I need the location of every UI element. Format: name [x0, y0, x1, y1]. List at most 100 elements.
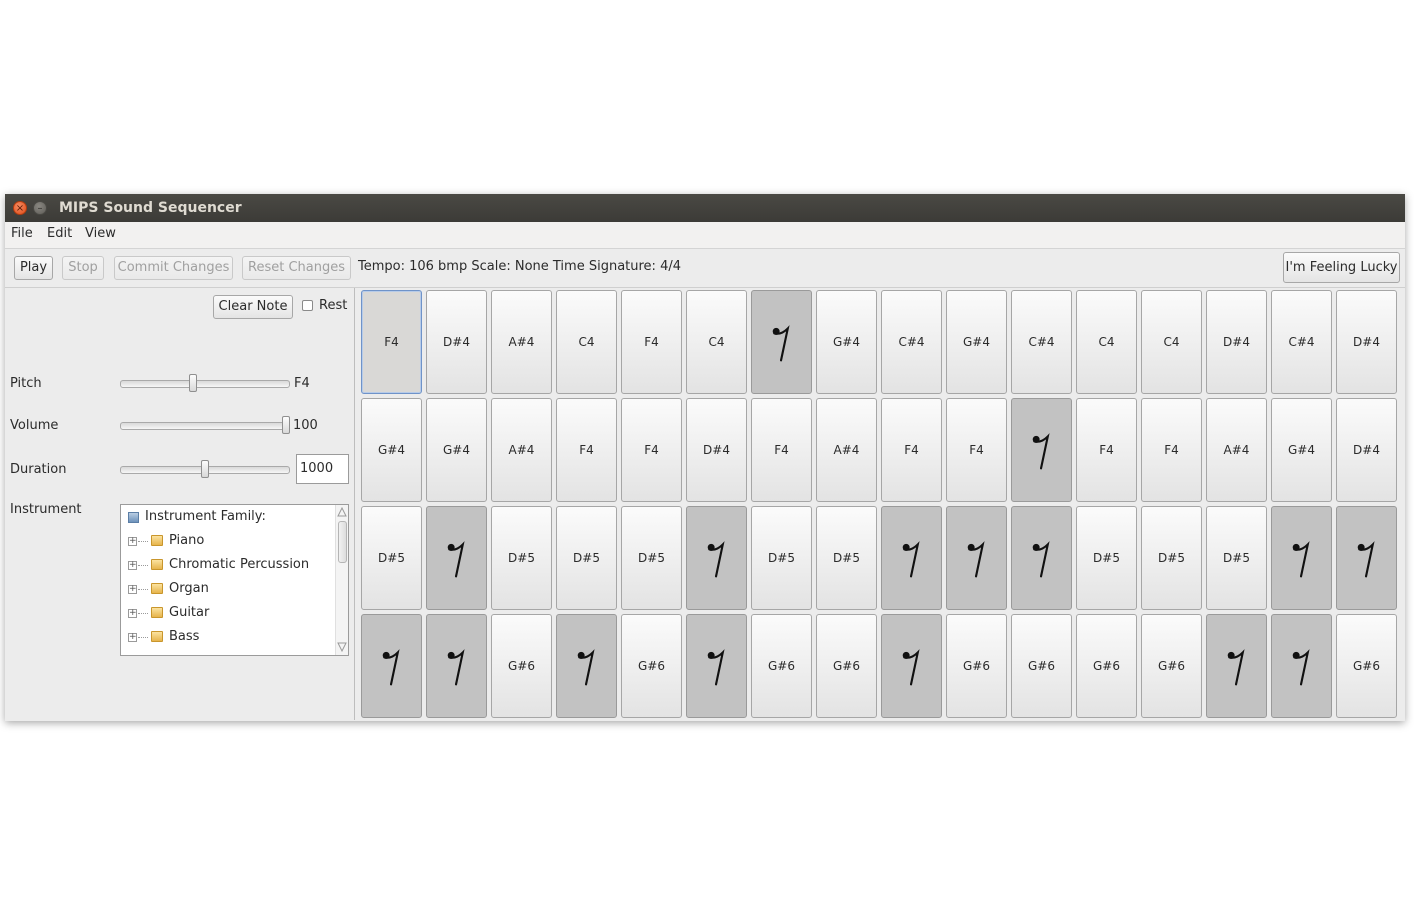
note-cell[interactable]: G#6 [751, 614, 812, 718]
menu-edit[interactable]: Edit [47, 226, 72, 241]
note-cell[interactable]: G#6 [946, 614, 1007, 718]
tree-item-piano[interactable]: + Piano [121, 531, 336, 555]
clear-note-button[interactable]: Clear Note [213, 295, 293, 319]
note-cell[interactable]: D#5 [1206, 506, 1267, 610]
tree-scrollbar[interactable] [335, 505, 348, 655]
tree-item-guitar[interactable]: + Guitar [121, 603, 336, 627]
note-cell[interactable]: G#6 [491, 614, 552, 718]
note-cell[interactable]: F4 [621, 290, 682, 394]
note-cell[interactable]: F4 [361, 290, 422, 394]
volume-slider-thumb[interactable] [282, 416, 290, 434]
menu-view[interactable]: View [85, 226, 116, 241]
note-cell[interactable]: D#5 [1141, 506, 1202, 610]
pitch-slider[interactable] [120, 374, 290, 392]
note-cell[interactable]: D#4 [1336, 290, 1397, 394]
note-cell[interactable]: G#4 [361, 398, 422, 502]
note-cell[interactable]: C4 [1076, 290, 1137, 394]
note-cell[interactable]: D#5 [751, 506, 812, 610]
note-cell[interactable]: G#6 [1336, 614, 1397, 718]
scroll-down-icon[interactable] [337, 642, 347, 652]
note-cell[interactable]: D#4 [686, 398, 747, 502]
stop-button[interactable]: Stop [62, 256, 104, 280]
expand-icon[interactable]: + [128, 585, 137, 594]
note-cell[interactable]: C4 [1141, 290, 1202, 394]
rest-note-cell[interactable] [1206, 614, 1267, 718]
note-cell[interactable]: D#5 [1076, 506, 1137, 610]
rest-note-cell[interactable] [556, 614, 617, 718]
instrument-tree[interactable]: Instrument Family: + Piano + Chromatic Perc… [120, 504, 349, 656]
pitch-slider-thumb[interactable] [189, 374, 198, 392]
note-cell[interactable]: G#6 [1076, 614, 1137, 718]
note-cell[interactable]: F4 [556, 398, 617, 502]
note-cell[interactable]: D#4 [1336, 398, 1397, 502]
reset-changes-button[interactable]: Reset Changes [242, 256, 351, 280]
expand-icon[interactable]: + [128, 537, 137, 546]
rest-note-cell[interactable] [1011, 398, 1072, 502]
tree-scrollbar-thumb[interactable] [338, 521, 347, 563]
duration-slider[interactable] [120, 460, 290, 478]
rest-note-cell[interactable] [426, 614, 487, 718]
minimize-window-button[interactable]: – [33, 201, 47, 215]
note-cell[interactable]: D#4 [1206, 290, 1267, 394]
note-cell[interactable]: D#4 [426, 290, 487, 394]
rest-note-cell[interactable] [1271, 614, 1332, 718]
menu-file[interactable]: File [11, 226, 33, 241]
play-button[interactable]: Play [14, 256, 53, 280]
note-cell[interactable]: C4 [686, 290, 747, 394]
close-window-button[interactable]: × [13, 201, 27, 215]
note-cell[interactable]: D#5 [361, 506, 422, 610]
rest-note-cell[interactable] [686, 614, 747, 718]
note-cell[interactable]: C#4 [1271, 290, 1332, 394]
rest-note-cell[interactable] [1336, 506, 1397, 610]
note-cell[interactable]: C4 [556, 290, 617, 394]
note-cell[interactable]: G#4 [1271, 398, 1332, 502]
note-cell[interactable]: G#6 [816, 614, 877, 718]
note-cell[interactable]: A#4 [491, 398, 552, 502]
note-cell[interactable]: G#4 [946, 290, 1007, 394]
note-cell[interactable]: D#5 [621, 506, 682, 610]
duration-slider-thumb[interactable] [201, 460, 209, 478]
note-cell[interactable]: F4 [621, 398, 682, 502]
note-cell[interactable]: C#4 [881, 290, 942, 394]
feeling-lucky-button[interactable]: I'm Feeling Lucky [1283, 252, 1400, 283]
rest-note-cell[interactable] [1011, 506, 1072, 610]
note-cell[interactable]: D#5 [816, 506, 877, 610]
expand-icon[interactable]: + [128, 609, 137, 618]
rest-note-cell[interactable] [1271, 506, 1332, 610]
rest-note-cell[interactable] [946, 506, 1007, 610]
volume-slider[interactable] [120, 416, 290, 434]
note-cell[interactable]: F4 [751, 398, 812, 502]
tree-item-organ[interactable]: + Organ [121, 579, 336, 603]
note-cell[interactable]: F4 [946, 398, 1007, 502]
rest-note-cell[interactable] [881, 614, 942, 718]
rest-note-cell[interactable] [426, 506, 487, 610]
note-cell[interactable]: G#6 [621, 614, 682, 718]
rest-checkbox[interactable] [302, 300, 313, 311]
rest-note-cell[interactable] [751, 290, 812, 394]
note-cell[interactable]: F4 [881, 398, 942, 502]
note-cell[interactable]: D#5 [491, 506, 552, 610]
note-cell[interactable]: F4 [1076, 398, 1137, 502]
folder-icon [151, 631, 163, 642]
note-cell[interactable]: A#4 [1206, 398, 1267, 502]
note-cell[interactable]: F4 [1141, 398, 1202, 502]
rest-note-cell[interactable] [686, 506, 747, 610]
note-cell[interactable]: A#4 [491, 290, 552, 394]
note-cell[interactable]: C#4 [1011, 290, 1072, 394]
commit-changes-button[interactable]: Commit Changes [114, 256, 233, 280]
note-cell[interactable]: G#6 [1141, 614, 1202, 718]
expand-icon[interactable]: + [128, 633, 137, 642]
note-cell[interactable]: G#6 [1011, 614, 1072, 718]
scroll-up-icon[interactable] [337, 507, 347, 517]
note-cell[interactable]: G#4 [816, 290, 877, 394]
note-cell[interactable]: A#4 [816, 398, 877, 502]
rest-note-cell[interactable] [361, 614, 422, 718]
rest-note-cell[interactable] [881, 506, 942, 610]
tree-item-chromatic-percussion[interactable]: + Chromatic Percussion [121, 555, 336, 579]
note-cell[interactable]: G#4 [426, 398, 487, 502]
tree-item-bass[interactable]: + Bass [121, 627, 336, 651]
duration-field[interactable]: 1000 [296, 454, 349, 484]
expand-icon[interactable]: + [128, 561, 137, 570]
note-cell[interactable]: D#5 [556, 506, 617, 610]
note-editor-panel: Clear Note Rest Pitch F4 Volume 100 Dura… [5, 288, 355, 720]
